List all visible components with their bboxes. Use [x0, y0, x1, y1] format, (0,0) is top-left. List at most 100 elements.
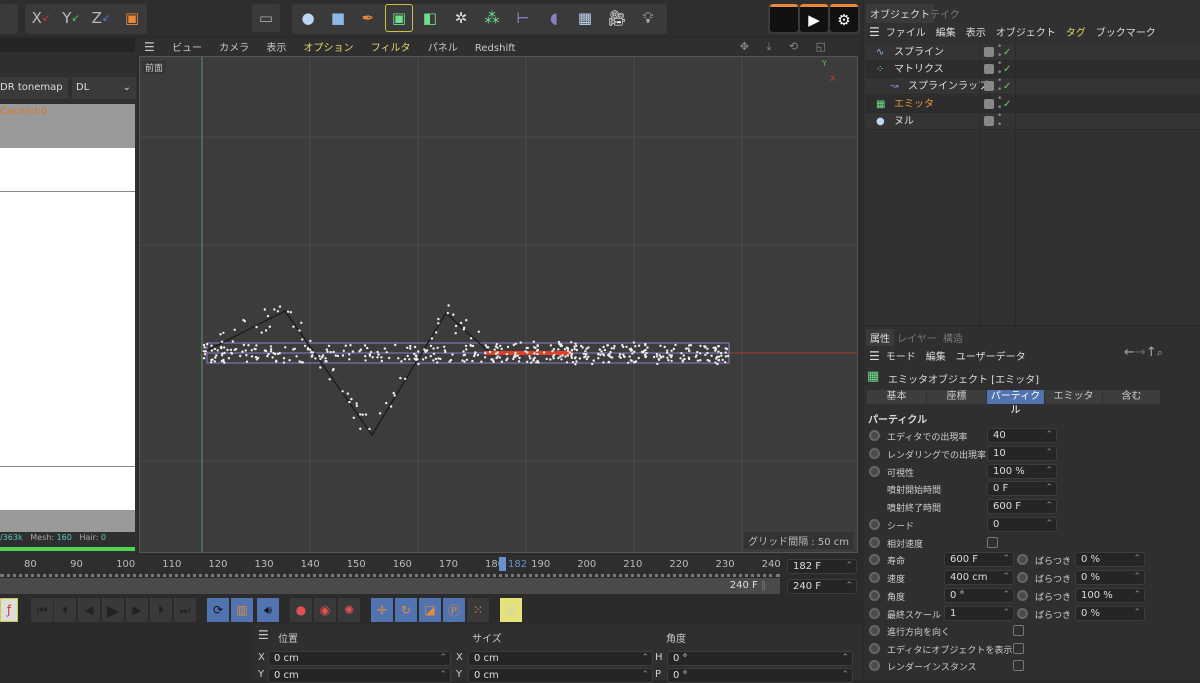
value-field[interactable]: 10	[987, 445, 1057, 461]
keyframe-selection-icon[interactable]: ✺	[338, 598, 360, 622]
menu-view[interactable]: ビュー	[172, 43, 202, 54]
animate-radio-icon[interactable]	[869, 642, 880, 654]
render-icon[interactable]: ▶	[800, 4, 828, 32]
animate-radio-icon[interactable]	[869, 519, 880, 530]
viewport[interactable]: 前面 YX グリッド間隔 : 50 cm	[139, 56, 858, 553]
value-field[interactable]: 100 %	[987, 463, 1057, 479]
loop-icon[interactable]: ⟳	[207, 598, 229, 622]
visibility-dots-icon[interactable]: • •	[997, 77, 1002, 95]
next-frame-icon[interactable]: ▶	[126, 598, 148, 622]
subdivision-icon[interactable]: ◧	[416, 4, 444, 32]
film-icon[interactable]: ▥	[231, 598, 253, 622]
toggle-view-icon[interactable]: ◱	[816, 40, 826, 53]
prev-frame-icon[interactable]: ◀	[78, 598, 100, 622]
menu-bookmarks[interactable]: ブックマーク	[1096, 28, 1156, 39]
animate-radio-icon[interactable]	[869, 447, 880, 459]
spline-pen-null-icon[interactable]: ●	[294, 4, 322, 32]
object-row[interactable]: ↝ スプラインラップ • • ✓	[866, 77, 1200, 96]
x-axis-icon[interactable]: X ↙	[27, 4, 55, 32]
coord-field[interactable]: 0 °	[667, 651, 853, 666]
menu-file[interactable]: ファイル	[886, 28, 926, 39]
menu-edit[interactable]: 編集	[926, 352, 946, 363]
mograph-cloner-icon[interactable]: ✲	[447, 4, 475, 32]
subtab[interactable]: 含む	[1103, 390, 1160, 404]
object-row[interactable]: ⁘ マトリクス • • ✓	[866, 60, 1200, 79]
light-icon[interactable]: 💡︎	[634, 4, 662, 32]
move-view-icon[interactable]: ✥	[740, 40, 749, 53]
render-settings-icon[interactable]: ⚙	[830, 4, 858, 32]
option-checkbox[interactable]	[1013, 642, 1024, 654]
z-axis-icon[interactable]: Z ↙	[87, 4, 115, 32]
subtab[interactable]: エミッタ	[1045, 390, 1102, 404]
value-field[interactable]: 0 °	[944, 588, 1014, 603]
value-field[interactable]: 0 F	[987, 481, 1057, 497]
edit-tag-icon[interactable]	[984, 98, 994, 109]
back-arrow-icon[interactable]: ←	[1124, 345, 1135, 360]
pla-key-icon[interactable]: ⁙	[467, 598, 489, 622]
animate-radio-icon[interactable]	[869, 536, 880, 548]
y-axis-icon[interactable]: Y ↙	[57, 4, 85, 32]
hamburger-icon[interactable]: ☰	[869, 349, 880, 363]
option-checkbox[interactable]	[1013, 625, 1024, 636]
subtab[interactable]: 基本	[867, 390, 926, 404]
menu-edit[interactable]: 編集	[936, 28, 956, 39]
relative-speed-checkbox[interactable]	[987, 536, 998, 548]
menu-userdata[interactable]: ユーザーデータ	[956, 352, 1026, 363]
hamburger-icon[interactable]: ☰	[144, 40, 155, 54]
edit-tag-icon[interactable]	[984, 115, 994, 126]
visibility-dots-icon[interactable]: • •	[997, 94, 1002, 113]
hamburger-icon[interactable]: ☰	[258, 628, 269, 642]
render-view-icon[interactable]	[770, 4, 798, 32]
rotate-view-icon[interactable]: ⟲	[789, 40, 798, 53]
menu-mode[interactable]: モード	[886, 352, 916, 363]
scale-key-icon[interactable]: ◪	[419, 598, 441, 622]
tonemap-dropdown[interactable]: DR tonemap ⌄	[0, 77, 68, 115]
menu-panel[interactable]: パネル	[428, 43, 458, 54]
cube-icon[interactable]: ■	[324, 4, 352, 32]
enabled-check-icon[interactable]: ✓	[1003, 44, 1011, 61]
menu-camera[interactable]: カメラ	[219, 43, 249, 54]
tab-objects[interactable]: オブジェクト	[866, 4, 934, 23]
up-arrow-icon[interactable]: ↑	[1146, 345, 1157, 360]
menu-tags[interactable]: タグ	[1066, 28, 1086, 39]
menu-display[interactable]: 表示	[266, 43, 286, 54]
tab-structure[interactable]: 構造	[943, 330, 963, 345]
variation-field[interactable]: 0 %	[1075, 606, 1145, 621]
animate-radio-icon[interactable]	[869, 590, 880, 601]
deformer-bend-icon[interactable]: ⊢	[509, 4, 537, 32]
tab-takes[interactable]: テイク	[930, 6, 960, 21]
forward-arrow-icon[interactable]: →	[1135, 345, 1146, 360]
position-key-icon[interactable]: ✛	[371, 598, 393, 622]
variation-field[interactable]: 100 %	[1075, 588, 1145, 603]
range-bar[interactable]: 240 F ‖	[0, 578, 780, 594]
prev-key-icon[interactable]: ⏴	[54, 598, 76, 622]
tab-layers[interactable]: レイヤー	[897, 330, 937, 345]
coord-field[interactable]: 0 cm	[268, 651, 451, 666]
coord-field[interactable]: 0 °	[667, 668, 853, 683]
animate-radio-icon[interactable]	[1017, 554, 1028, 565]
subtab[interactable]: 座標	[927, 390, 986, 404]
rotation-key-icon[interactable]: ↻	[395, 598, 417, 622]
hamburger-icon[interactable]: ☰	[869, 25, 880, 39]
edit-tag-icon[interactable]	[984, 64, 994, 75]
animate-radio-icon[interactable]	[869, 430, 880, 441]
render-region-icon[interactable]: ▭	[252, 4, 280, 32]
play-icon[interactable]: ▶	[102, 598, 124, 622]
parameter-key-icon[interactable]: Ⓟ	[443, 598, 465, 622]
zoom-view-icon[interactable]: ⤓	[767, 40, 772, 53]
enabled-check-icon[interactable]: ✓	[1003, 96, 1011, 113]
value-field[interactable]: 400 cm	[944, 570, 1014, 585]
enabled-check-icon[interactable]: ✓	[1003, 78, 1011, 95]
animate-radio-icon[interactable]	[869, 625, 880, 636]
generator-icon[interactable]: ▣	[385, 4, 413, 32]
menu-object[interactable]: オブジェクト	[996, 28, 1056, 39]
variation-field[interactable]: 0 %	[1075, 570, 1145, 585]
goto-start-icon[interactable]: ⏮	[31, 598, 53, 622]
menu-view[interactable]: 表示	[966, 28, 986, 39]
coord-field[interactable]: 0 cm	[268, 668, 451, 683]
subtab[interactable]: パーティクル	[987, 390, 1044, 416]
animate-radio-icon[interactable]	[869, 465, 880, 477]
camera-icon[interactable]: 🎥︎	[603, 4, 631, 32]
variation-field[interactable]: 0 %	[1075, 552, 1145, 567]
edit-tag-icon[interactable]	[984, 47, 994, 57]
